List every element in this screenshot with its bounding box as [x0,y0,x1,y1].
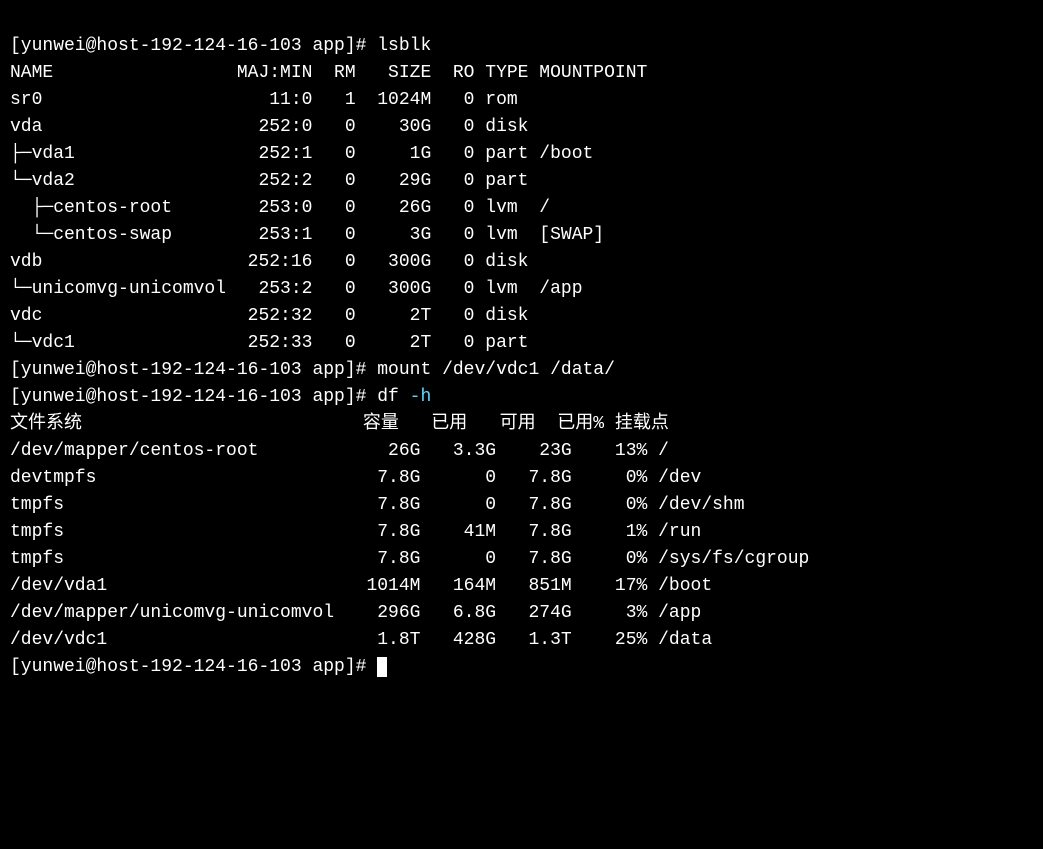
lsblk-header: NAME MAJ:MIN RM SIZE RO TYPE MOUNTPOINT [10,63,647,83]
lsblk-row: sr0 11:0 1 1024M 0 rom [10,90,539,110]
terminal-output: [yunwei@host-192-124-16-103 app]# lsblk … [10,33,1033,681]
df-row: /dev/mapper/unicomvg-unicomvol 296G 6.8G… [10,603,701,623]
df-row: devtmpfs 7.8G 0 7.8G 0% /dev [10,468,701,488]
prompt-line[interactable]: [yunwei@host-192-124-16-103 app]# [10,657,387,677]
prompt-line[interactable]: [yunwei@host-192-124-16-103 app]# mount … [10,360,615,380]
df-row: tmpfs 7.8G 0 7.8G 0% /sys/fs/cgroup [10,549,809,569]
df-row: tmpfs 7.8G 41M 7.8G 1% /run [10,522,701,542]
lsblk-row: ├─vda1 252:1 0 1G 0 part /boot [10,144,593,164]
df-row: /dev/vdc1 1.8T 428G 1.3T 25% /data [10,630,712,650]
prompt-line[interactable]: [yunwei@host-192-124-16-103 app]# df -h [10,387,431,407]
lsblk-row: vdb 252:16 0 300G 0 disk [10,252,539,272]
lsblk-row: vdc 252:32 0 2T 0 disk [10,306,539,326]
lsblk-row: vda 252:0 0 30G 0 disk [10,117,539,137]
cursor-icon [377,657,387,677]
lsblk-row: └─centos-swap 253:1 0 3G 0 lvm [SWAP] [10,225,604,245]
df-row: /dev/mapper/centos-root 26G 3.3G 23G 13%… [10,441,669,461]
prompt-line[interactable]: [yunwei@host-192-124-16-103 app]# lsblk [10,36,431,56]
df-row: /dev/vda1 1014M 164M 851M 17% /boot [10,576,712,596]
lsblk-row: └─vdc1 252:33 0 2T 0 part [10,333,539,353]
df-header: 文件系统 容量 已用 可用 已用% 挂载点 [10,414,669,434]
lsblk-row: └─vda2 252:2 0 29G 0 part [10,171,539,191]
lsblk-row: └─unicomvg-unicomvol 253:2 0 300G 0 lvm … [10,279,583,299]
df-option: -h [410,387,432,407]
df-row: tmpfs 7.8G 0 7.8G 0% /dev/shm [10,495,745,515]
lsblk-row: ├─centos-root 253:0 0 26G 0 lvm / [10,198,550,218]
